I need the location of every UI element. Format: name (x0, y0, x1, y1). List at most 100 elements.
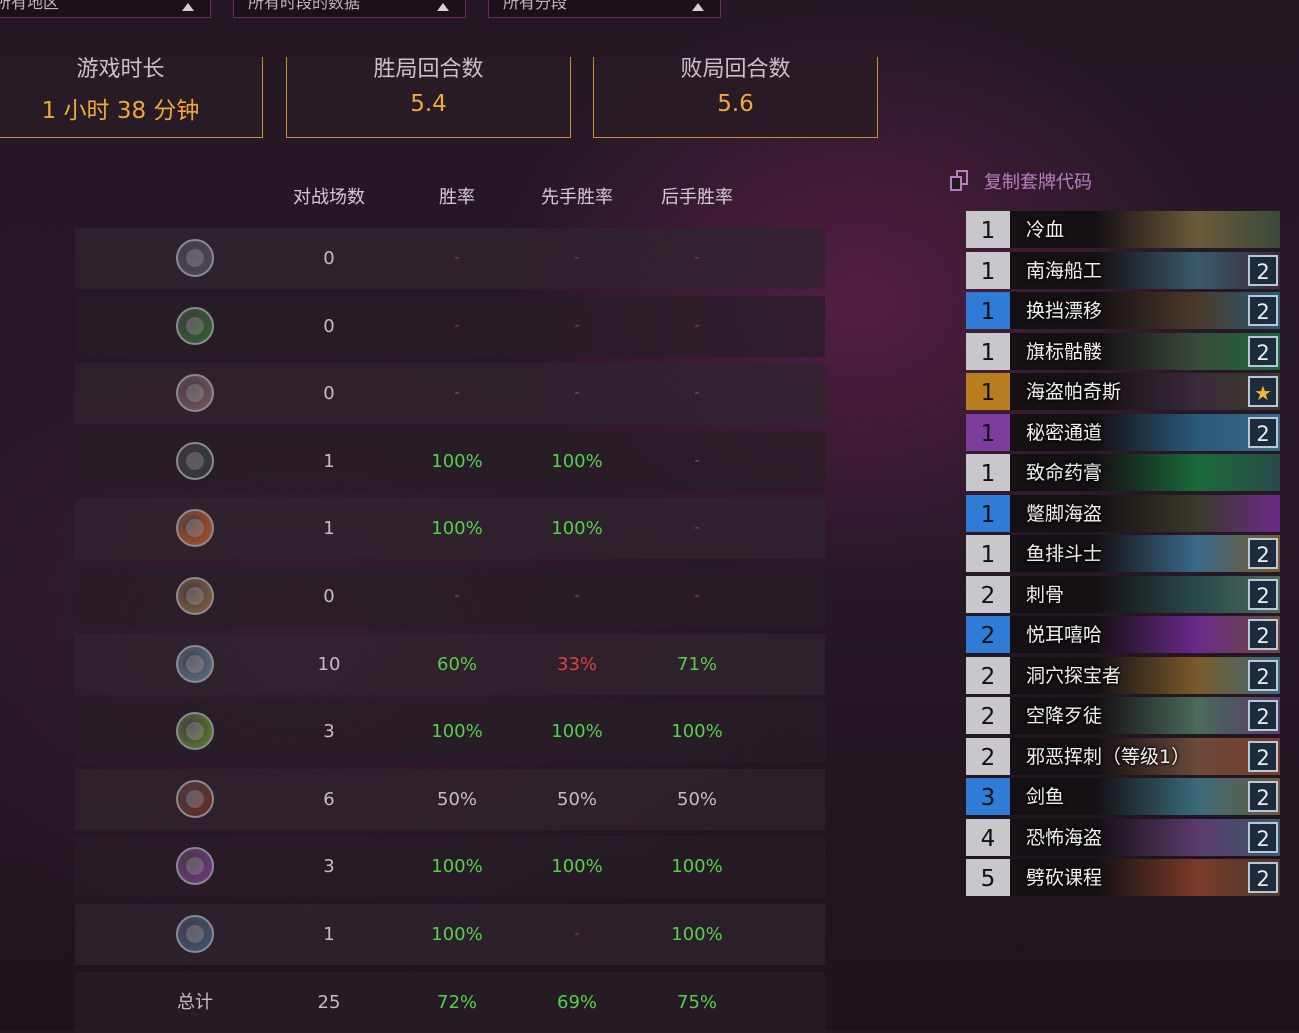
table-row: 1 100% 100% - (75, 430, 825, 492)
card-count-badge: 2 (1248, 659, 1278, 691)
deck-card[interactable]: 1 旗标骷髅 2 (966, 332, 1280, 370)
card-cost: 1 (966, 211, 1010, 248)
table-row: 3 100% 100% 100% (75, 836, 825, 898)
card-count-badge: 2 (1248, 578, 1278, 610)
games-cell: 1 (323, 518, 335, 540)
table-row: 0 - - - (75, 228, 825, 289)
table-row: 6 50% 50% 50% (75, 768, 825, 830)
table-row: 1 100% - 100% (75, 904, 825, 965)
second-winrate-cell: - (694, 317, 700, 334)
winrate-cell: - (454, 250, 460, 266)
first-winrate-cell: - (574, 588, 580, 604)
deck-card[interactable]: 1 冷血 (966, 211, 1280, 248)
deck-card[interactable]: 2 洞穴探宝者 2 (966, 656, 1280, 694)
chevron-up-icon (692, 3, 704, 11)
card-name: 秘密通道 (1026, 421, 1103, 444)
stat-game-duration: 游戏时长 1 小时 38 分钟 (0, 57, 263, 138)
stat-label: 胜局回合数 (373, 57, 484, 82)
warrior-class-icon (176, 915, 214, 953)
legendary-star-icon: ★ (1248, 376, 1278, 407)
stat-loss-turns: 败局回合数 5.6 (593, 57, 878, 138)
deck-card[interactable]: 1 秘密通道 2 (966, 413, 1280, 451)
deck-card[interactable]: 1 海盗帕奇斯 ★ (966, 373, 1280, 410)
deck-card[interactable]: 1 致命药膏 (966, 454, 1280, 491)
table-row: 3 100% 100% 100% (75, 701, 825, 763)
class-cell (176, 769, 214, 830)
deck-card[interactable]: 1 南海船工 2 (966, 251, 1280, 289)
card-cost: 1 (966, 454, 1010, 491)
second-winrate-cell: 100% (671, 924, 723, 945)
card-art (1096, 494, 1280, 532)
deck-card[interactable]: 1 蹩脚海盗 (966, 494, 1280, 532)
card-name: 冷血 (1026, 219, 1065, 241)
card-name: 刺骨 (1026, 583, 1065, 606)
card-name: 海盗帕奇斯 (1026, 381, 1122, 403)
rank-filter[interactable]: 所有分段 (488, 0, 721, 18)
deck-card[interactable]: 1 鱼排斗士 2 (966, 535, 1280, 572)
time-range-filter[interactable]: 所有时段的数据 (233, 0, 466, 18)
deck-card[interactable]: 2 刺骨 2 (966, 575, 1280, 613)
card-count-badge: 2 (1248, 254, 1278, 286)
games-cell: 1 (323, 450, 335, 472)
deck-card[interactable]: 2 空降歹徒 2 (966, 697, 1280, 734)
winrate-cell: - (454, 588, 460, 604)
games-cell: 0 (323, 586, 335, 607)
card-count-badge: 2 (1248, 700, 1278, 731)
class-cell (176, 634, 214, 695)
class-cell (176, 701, 214, 762)
class-cell (176, 296, 214, 357)
hunter-class-icon (176, 441, 214, 480)
stat-value: 5.6 (717, 91, 754, 117)
region-filter[interactable]: 所有地区 (0, 0, 211, 18)
stat-label: 游戏时长 (76, 57, 165, 82)
copy-deck-code-button[interactable]: 复制套牌代码 (950, 168, 1092, 194)
winrate-cell: 50% (436, 788, 478, 810)
card-count-badge: 2 (1248, 781, 1278, 812)
region-filter-label: 所有地区 (0, 0, 60, 12)
deck-card[interactable]: 2 邪恶挥刺（等级1） 2 (966, 737, 1280, 775)
card-name: 悦耳嘻哈 (1026, 624, 1103, 646)
games-cell: 10 (317, 653, 341, 675)
deck-card[interactable]: 3 剑鱼 2 (966, 778, 1280, 815)
card-count-badge: 2 (1248, 416, 1278, 448)
demon-hunter-class-icon (176, 712, 214, 751)
card-cost: 3 (966, 778, 1010, 815)
table-row: 0 - - - (75, 363, 825, 425)
first-winrate-cell: - (574, 926, 580, 942)
header-second-winrate[interactable]: 后手胜率 (661, 183, 733, 209)
first-winrate-cell: 69% (556, 991, 598, 1013)
card-count-badge: 2 (1248, 295, 1278, 326)
card-cost: 2 (966, 656, 1010, 694)
table-row: 10 60% 33% 71% (75, 633, 825, 695)
card-count-badge: 2 (1248, 335, 1278, 367)
header-first-winrate[interactable]: 先手胜率 (541, 183, 613, 209)
header-games[interactable]: 对战场数 (293, 183, 365, 209)
card-name: 旗标骷髅 (1026, 340, 1103, 363)
card-name: 剑鱼 (1026, 786, 1065, 808)
card-cost: 4 (966, 818, 1010, 856)
winrate-cell: 100% (431, 924, 483, 945)
card-count-badge: 2 (1248, 821, 1278, 853)
paladin-class-icon (176, 577, 214, 615)
card-name: 恐怖海盗 (1026, 826, 1103, 849)
header-winrate[interactable]: 胜率 (439, 183, 475, 209)
card-name: 邪恶挥刺（等级1） (1026, 745, 1191, 768)
deck-card[interactable]: 5 劈砍课程 2 (966, 859, 1280, 896)
deck-card[interactable]: 2 悦耳嘻哈 2 (966, 616, 1280, 653)
winrate-cell: 72% (436, 991, 478, 1013)
deck-card[interactable]: 4 恐怖海盗 2 (966, 818, 1280, 856)
card-name: 洞穴探宝者 (1026, 664, 1122, 687)
card-cost: 2 (966, 697, 1010, 734)
rogue-class-icon (176, 239, 214, 277)
card-name: 致命药膏 (1026, 462, 1103, 484)
first-winrate-cell: - (574, 250, 580, 266)
card-cost: 1 (966, 494, 1010, 532)
second-winrate-cell: 75% (676, 991, 718, 1013)
card-cost: 1 (966, 292, 1010, 329)
games-cell: 0 (323, 383, 335, 405)
card-art (1096, 211, 1280, 248)
first-winrate-cell: 50% (556, 788, 598, 810)
deck-card[interactable]: 1 换挡漂移 2 (966, 292, 1280, 329)
class-cell (176, 498, 214, 559)
stat-value: 1 小时 38 分钟 (41, 98, 200, 124)
